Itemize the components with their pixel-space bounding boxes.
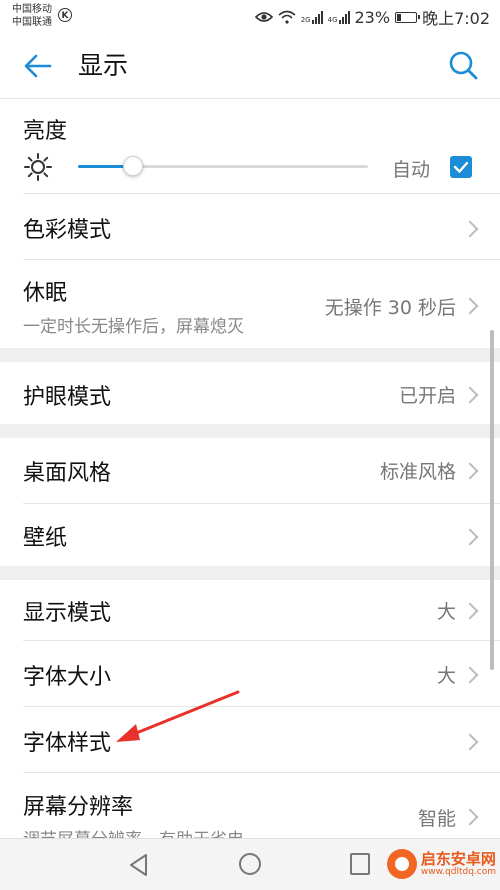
- wifi-icon: [278, 10, 296, 24]
- section-gap: [0, 348, 500, 362]
- screen-resolution-row[interactable]: 屏幕分辨率 调节屏幕分辨率，有助于省电 智能: [0, 773, 500, 838]
- clock: 晚上7:02: [422, 9, 490, 28]
- font-size-value: 大: [436, 665, 456, 687]
- wallpaper-row[interactable]: 壁纸: [0, 504, 500, 566]
- brightness-slider[interactable]: [78, 156, 368, 176]
- desktop-style-value: 标准风格: [379, 461, 456, 483]
- display-mode-row[interactable]: 显示模式 大: [0, 580, 500, 641]
- brightness-title: 亮度: [23, 119, 68, 144]
- signal-bars-icon: [338, 10, 350, 24]
- auto-brightness-label: 自动: [392, 159, 431, 181]
- chevron-right-icon: [461, 528, 479, 546]
- desktop-style-row[interactable]: 桌面风格 标准风格: [0, 438, 500, 504]
- section-gap: [0, 566, 500, 580]
- font-style-row[interactable]: 字体样式: [0, 707, 500, 773]
- nav-back-icon[interactable]: [128, 853, 150, 877]
- system-nav-bar: 启东安卓网 www.qdltdq.com: [0, 838, 500, 890]
- status-icons: 2G 4G 23% 晚上7:02: [254, 7, 490, 28]
- checkmark-icon: [453, 161, 469, 173]
- search-icon[interactable]: [448, 50, 478, 80]
- eye-icon: [254, 12, 273, 22]
- chevron-right-icon: [461, 666, 479, 684]
- display-mode-value: 大: [436, 601, 456, 623]
- chevron-right-icon: [461, 386, 479, 404]
- desktop-style-title: 桌面风格: [23, 461, 112, 486]
- watermark-name: 启东安卓网: [420, 850, 496, 868]
- chevron-right-icon: [461, 602, 479, 620]
- watermark-logo-icon: [386, 849, 417, 879]
- battery-icon: [395, 11, 421, 23]
- brightness-row: 亮度 自动: [0, 99, 500, 194]
- back-arrow-icon[interactable]: [22, 50, 54, 82]
- sleep-row[interactable]: 休眠 一定时长无操作后，屏幕熄灭 无操作 30 秒后: [0, 260, 500, 348]
- page-title: 显示: [78, 51, 129, 80]
- font-size-row[interactable]: 字体大小 大: [0, 641, 500, 707]
- sleep-subtitle: 一定时长无操作后，屏幕熄灭: [23, 317, 244, 337]
- chevron-right-icon: [461, 808, 479, 826]
- eye-comfort-row[interactable]: 护眼模式 已开启: [0, 362, 500, 424]
- chevron-right-icon: [461, 733, 479, 751]
- brightness-slider-thumb[interactable]: [123, 156, 144, 176]
- app-header: 显示: [0, 34, 500, 99]
- chevron-right-icon: [461, 297, 479, 315]
- nav-home-icon[interactable]: [239, 853, 261, 875]
- color-mode-title: 色彩模式: [23, 218, 112, 243]
- k-badge-icon: K: [58, 8, 72, 22]
- signal-bars-icon: [311, 10, 323, 24]
- signal-2g: 2G: [301, 10, 323, 24]
- settings-list: 亮度 自动 色彩模式 休眠 一定时长无操作后，屏幕熄灭 无操作 30 秒后 护眼…: [0, 99, 500, 838]
- section-gap: [0, 424, 500, 438]
- chevron-right-icon: [461, 220, 479, 238]
- sun-icon: [24, 153, 52, 181]
- scrollbar[interactable]: [490, 330, 494, 670]
- signal-4g: 4G: [328, 10, 350, 24]
- auto-brightness-checkbox[interactable]: [450, 156, 472, 178]
- sleep-title: 休眠: [23, 281, 68, 306]
- carrier-2: 中国联通: [12, 17, 52, 28]
- font-style-title: 字体样式: [23, 731, 112, 756]
- watermark-url: www.qdltdq.com: [420, 867, 496, 877]
- watermark-text: 启东安卓网 www.qdltdq.com: [421, 851, 496, 877]
- carrier-labels: 中国移动 中国联通: [12, 3, 52, 29]
- font-size-title: 字体大小: [23, 665, 112, 690]
- status-bar: 中国移动 中国联通 K 2G 4G 23% 晚上7:02: [0, 0, 500, 34]
- screen-resolution-value: 智能: [417, 808, 456, 830]
- eye-comfort-title: 护眼模式: [23, 385, 112, 410]
- battery-percent: 23%: [354, 7, 391, 27]
- watermark: 启东安卓网 www.qdltdq.com: [386, 849, 496, 879]
- eye-comfort-value: 已开启: [398, 385, 456, 407]
- screen-resolution-subtitle: 调节屏幕分辨率，有助于省电: [23, 825, 244, 838]
- nav-recents-icon[interactable]: [350, 853, 370, 875]
- sleep-value: 无操作 30 秒后: [324, 297, 456, 319]
- display-mode-title: 显示模式: [23, 601, 112, 626]
- chevron-right-icon: [461, 462, 479, 480]
- color-mode-row[interactable]: 色彩模式: [0, 194, 500, 260]
- screen-resolution-title: 屏幕分辨率: [23, 795, 134, 820]
- wallpaper-title: 壁纸: [23, 526, 68, 551]
- carrier-1: 中国移动: [12, 4, 52, 15]
